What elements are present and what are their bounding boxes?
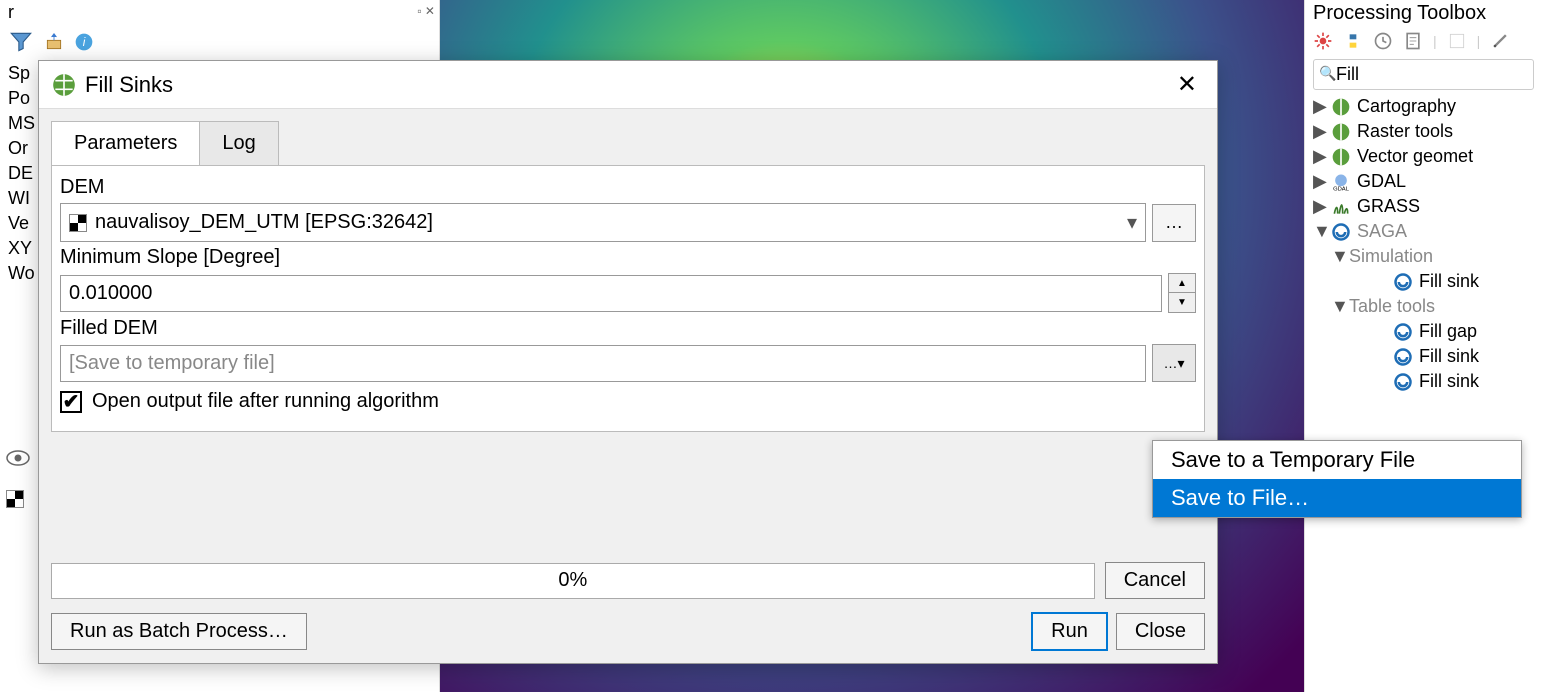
- chevron-down-icon: ▼: [1331, 246, 1343, 267]
- close-button[interactable]: ✕: [1169, 66, 1205, 103]
- chevron-right-icon: ▶: [1313, 96, 1325, 117]
- filled-dem-save-button[interactable]: …▾: [1152, 344, 1196, 382]
- chevron-right-icon: ▶: [1313, 171, 1325, 192]
- gear-icon[interactable]: [1313, 31, 1333, 51]
- tree-simulation[interactable]: ▼ Simulation: [1309, 244, 1538, 269]
- tree-cartography[interactable]: ▶ Cartography: [1309, 94, 1538, 119]
- tree-label: Simulation: [1349, 246, 1433, 267]
- dialog-header: Fill Sinks ✕: [39, 61, 1217, 109]
- tree-saga[interactable]: ▼ SAGA: [1309, 219, 1538, 244]
- toolbox-search: 🔍: [1313, 59, 1534, 90]
- tab-parameters[interactable]: Parameters: [51, 121, 200, 165]
- dem-combo[interactable]: nauvalisoy_DEM_UTM [EPSG:32642] ▾: [60, 203, 1146, 242]
- tree-label: GDAL: [1357, 171, 1406, 192]
- dem-browse-button[interactable]: …: [1152, 204, 1196, 242]
- min-slope-value: 0.010000: [69, 282, 152, 305]
- dialog-buttons: Run as Batch Process… Run Close: [51, 612, 1205, 651]
- tree-fill-sinks-a[interactable]: Fill sink: [1309, 344, 1538, 369]
- tree-fill-gaps[interactable]: Fill gap: [1309, 319, 1538, 344]
- tree-vector-geometry[interactable]: ▶ Vector geomet: [1309, 144, 1538, 169]
- raster-icon: [69, 214, 87, 232]
- expand-icon[interactable]: [44, 32, 64, 52]
- spinner-down[interactable]: ▼: [1169, 293, 1195, 312]
- edit-model-icon[interactable]: [1447, 31, 1467, 51]
- spinner-up[interactable]: ▲: [1169, 274, 1195, 293]
- algorithm-tree: ▶ Cartography ▶ Raster tools ▶ Vector geome…: [1305, 94, 1542, 394]
- chevron-down-icon: ▼: [1331, 296, 1343, 317]
- info-icon[interactable]: i: [74, 32, 94, 52]
- open-output-checkbox-row[interactable]: ✔ Open output file after running algorit…: [60, 382, 1196, 421]
- tree-label: Vector geomet: [1357, 146, 1473, 167]
- fill-sinks-dialog: Fill Sinks ✕ Parameters Log DEM nauvalis…: [38, 60, 1218, 664]
- cancel-button[interactable]: Cancel: [1105, 562, 1205, 599]
- svg-text:i: i: [83, 36, 86, 49]
- layers-toolbar: i: [0, 25, 439, 59]
- min-slope-spinner: ▲ ▼: [1168, 273, 1196, 313]
- raster-layer-icon[interactable]: [6, 490, 24, 511]
- dem-value: nauvalisoy_DEM_UTM [EPSG:32642]: [95, 211, 433, 234]
- search-icon: 🔍: [1319, 65, 1336, 82]
- svg-text:GDAL: GDAL: [1333, 186, 1350, 192]
- tree-label: Table tools: [1349, 296, 1435, 317]
- search-input[interactable]: [1313, 59, 1534, 90]
- chevron-down-icon: ▼: [1313, 221, 1325, 242]
- tree-label: Fill sink: [1419, 371, 1479, 392]
- checkbox-checked-icon: ✔: [60, 391, 82, 413]
- tree-label: Raster tools: [1357, 121, 1453, 142]
- filled-dem-input[interactable]: [Save to temporary file]: [60, 345, 1146, 382]
- run-batch-button[interactable]: Run as Batch Process…: [51, 613, 307, 650]
- toolbox-toolbar: | |: [1305, 27, 1542, 55]
- python-icon[interactable]: [1343, 31, 1363, 51]
- filled-dem-label: Filled DEM: [60, 313, 1196, 344]
- close-dialog-button[interactable]: Close: [1116, 613, 1205, 650]
- tree-label: Cartography: [1357, 96, 1456, 117]
- tree-label: SAGA: [1357, 221, 1407, 242]
- results-icon[interactable]: [1403, 31, 1423, 51]
- chevron-down-icon: ▾: [1177, 355, 1184, 372]
- parameters-panel: DEM nauvalisoy_DEM_UTM [EPSG:32642] ▾ … …: [51, 165, 1205, 432]
- save-destination-menu: Save to a Temporary File Save to File…: [1152, 440, 1522, 518]
- tree-table-tools[interactable]: ▼ Table tools: [1309, 294, 1538, 319]
- progress-row: 0% Cancel: [51, 562, 1205, 599]
- tree-label: Fill sink: [1419, 346, 1479, 367]
- processing-toolbox: Processing Toolbox | | 🔍 ▶ Cartography ▶ R…: [1304, 0, 1542, 692]
- toolbox-title: Processing Toolbox: [1305, 0, 1542, 27]
- options-icon[interactable]: [1490, 31, 1510, 51]
- tree-grass[interactable]: ▶ GRASS: [1309, 194, 1538, 219]
- dem-label: DEM: [60, 172, 1196, 203]
- min-slope-label: Minimum Slope [Degree]: [60, 242, 1196, 273]
- layers-panel-title: r: [0, 0, 439, 25]
- tree-label: Fill sink: [1419, 271, 1479, 292]
- chevron-right-icon: ▶: [1313, 146, 1325, 167]
- min-slope-input[interactable]: 0.010000: [60, 275, 1162, 312]
- tree-label: GRASS: [1357, 196, 1420, 217]
- chevron-down-icon: ▾: [1127, 210, 1137, 235]
- visibility-eye-icon[interactable]: [6, 450, 30, 466]
- open-output-label: Open output file after running algorithm: [92, 390, 439, 413]
- run-button[interactable]: Run: [1031, 612, 1108, 651]
- tree-fill-sinks-b[interactable]: Fill sink: [1309, 369, 1538, 394]
- dock-controls[interactable]: ▫ ✕: [417, 4, 435, 18]
- ellipsis-icon: …: [1163, 355, 1177, 371]
- chevron-right-icon: ▶: [1313, 196, 1325, 217]
- menu-save-temporary[interactable]: Save to a Temporary File: [1153, 441, 1521, 479]
- chevron-right-icon: ▶: [1313, 121, 1325, 142]
- dialog-title: Fill Sinks: [85, 72, 173, 98]
- progress-bar: 0%: [51, 563, 1095, 599]
- tree-raster-tools[interactable]: ▶ Raster tools: [1309, 119, 1538, 144]
- tree-fill-sinks-sim[interactable]: Fill sink: [1309, 269, 1538, 294]
- menu-save-to-file[interactable]: Save to File…: [1153, 479, 1521, 517]
- tab-log[interactable]: Log: [200, 121, 278, 165]
- tree-gdal[interactable]: ▶ GDAL GDAL: [1309, 169, 1538, 194]
- filter-icon[interactable]: [8, 29, 34, 55]
- dialog-tabs: Parameters Log: [51, 121, 1217, 165]
- qgis-icon: [51, 72, 77, 98]
- tree-label: Fill gap: [1419, 321, 1477, 342]
- history-icon[interactable]: [1373, 31, 1393, 51]
